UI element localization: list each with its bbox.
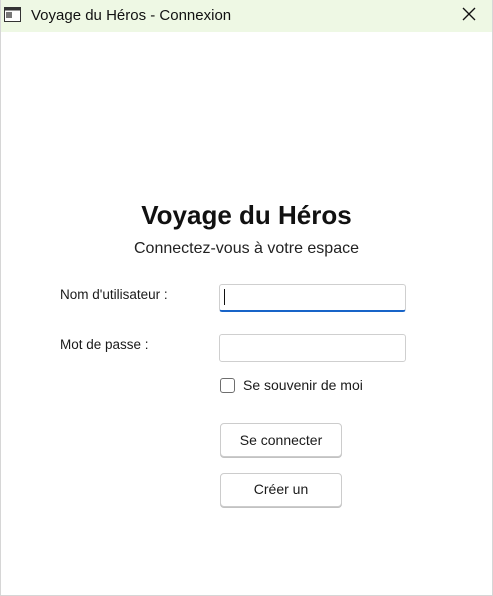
create-account-button[interactable]: Créer un xyxy=(220,473,342,507)
page-title: Voyage du Héros xyxy=(141,200,352,230)
page-subtitle: Connectez-vous à votre espace xyxy=(133,240,359,257)
password-input[interactable] xyxy=(219,334,406,362)
title-bar: Voyage du Héros - Connexion xyxy=(1,0,492,32)
close-button[interactable] xyxy=(446,0,492,32)
username-label: Nom d'utilisateur : xyxy=(60,287,168,302)
password-label: Mot de passe : xyxy=(60,337,149,352)
username-input[interactable] xyxy=(219,284,406,312)
remember-me-label[interactable]: Se souvenir de moi xyxy=(243,377,363,393)
remember-me-checkbox[interactable] xyxy=(220,378,235,393)
window-title: Voyage du Héros - Connexion xyxy=(31,7,232,24)
text-caret xyxy=(224,289,225,305)
login-window: Voyage du Héros - Connexion Voyage du Hé… xyxy=(0,0,493,596)
window-app-icon xyxy=(4,7,21,22)
close-icon xyxy=(462,7,476,26)
login-button[interactable]: Se connecter xyxy=(220,423,342,457)
